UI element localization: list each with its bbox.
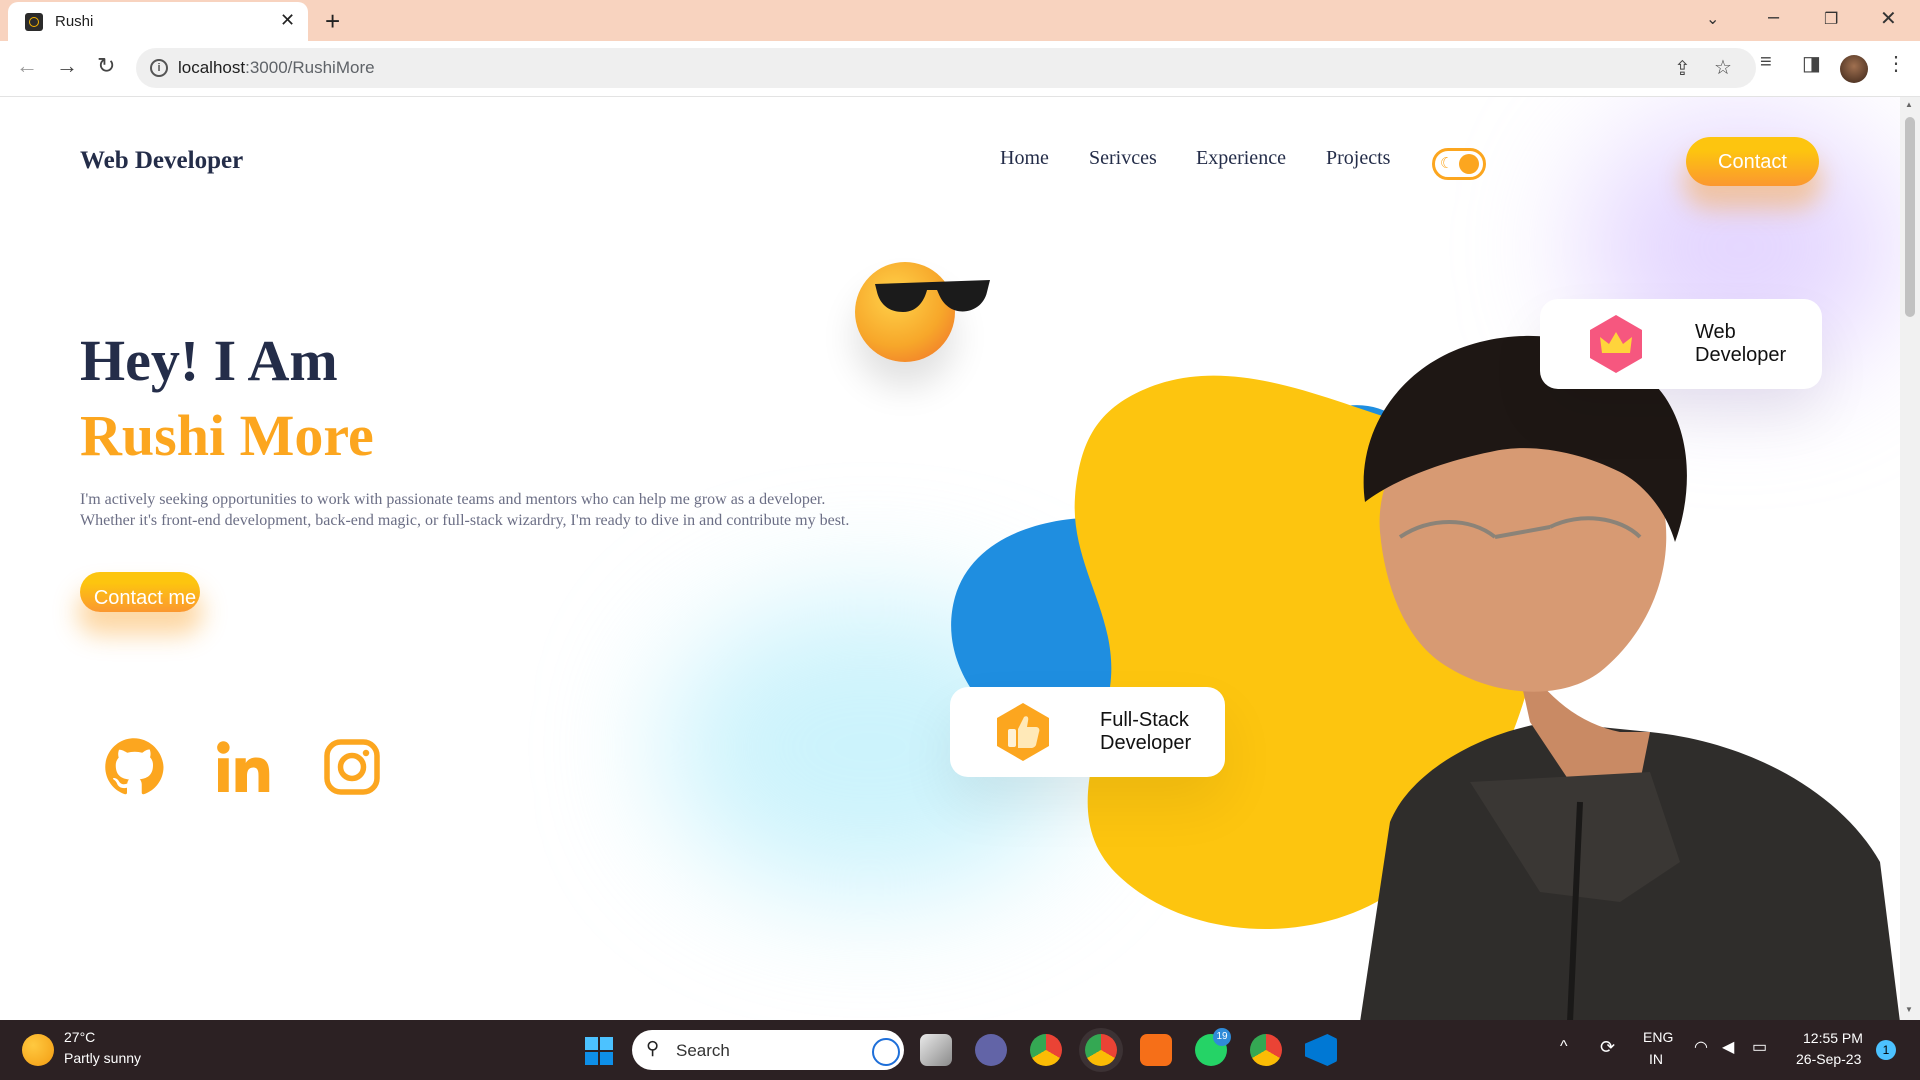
- hero-contact-label: Contact me: [93, 587, 197, 609]
- minimize-icon[interactable]: –: [1768, 6, 1779, 29]
- moon-icon: ☾: [1440, 155, 1454, 172]
- hero-description-line: I'm actively seeking opportunities to wo…: [80, 491, 826, 508]
- toggle-knob: [1459, 154, 1479, 174]
- theme-toggle[interactable]: ☾: [1432, 148, 1486, 180]
- taskbar: 27°C Partly sunny ⚲ Search 19 ^ ⟳ ENG IN…: [0, 1020, 1920, 1080]
- address-bar[interactable]: i localhost:3000/RushiMore ⇪ ☆: [136, 48, 1756, 88]
- language-code[interactable]: ENG: [1643, 1029, 1673, 1045]
- site-info-icon[interactable]: i: [150, 59, 168, 77]
- taskbar-search-box[interactable]: ⚲ Search: [632, 1030, 904, 1070]
- page-scrollbar[interactable]: ▲ ▼: [1900, 97, 1920, 1020]
- chrome-icon[interactable]: [1030, 1034, 1062, 1066]
- whatsapp-icon[interactable]: 19: [1195, 1028, 1231, 1066]
- profile-avatar[interactable]: [1840, 55, 1868, 83]
- card-label-line: Developer: [1100, 732, 1192, 754]
- nav-contact-button[interactable]: Contact: [1686, 137, 1819, 186]
- q-app-icon[interactable]: [1140, 1034, 1172, 1066]
- volume-icon[interactable]: ◀: [1722, 1037, 1734, 1057]
- browser-toolbar: ← → ↻ i localhost:3000/RushiMore ⇪ ☆ ≡ ◨…: [0, 41, 1920, 97]
- scroll-down-icon[interactable]: ▼: [1905, 1005, 1913, 1014]
- notification-badge[interactable]: 1: [1876, 1040, 1896, 1060]
- nav-link-projects[interactable]: Projects: [1326, 147, 1390, 170]
- sunglasses-icon: [875, 280, 990, 312]
- wifi-icon[interactable]: ◠: [1694, 1037, 1708, 1057]
- card-label-line: Developer: [1695, 344, 1787, 366]
- url-text[interactable]: localhost:3000/RushiMore: [178, 58, 375, 78]
- new-tab-icon[interactable]: +: [325, 6, 340, 37]
- nav-link-home[interactable]: Home: [1000, 147, 1049, 170]
- site-favicon-icon: [25, 13, 43, 31]
- browser-tab-strip: Rushi ✕ + ⌄ – ❐ ✕: [0, 0, 1920, 41]
- clock-time[interactable]: 12:55 PM: [1803, 1030, 1863, 1046]
- card-label-line: Full-Stack: [1100, 709, 1189, 731]
- restore-icon[interactable]: ❐: [1824, 9, 1838, 29]
- instagram-icon[interactable]: [322, 737, 382, 797]
- weather-temperature[interactable]: 27°C: [64, 1029, 95, 1045]
- scroll-up-icon[interactable]: ▲: [1905, 100, 1913, 109]
- share-icon[interactable]: ⇪: [1674, 56, 1691, 81]
- language-region[interactable]: IN: [1649, 1051, 1663, 1067]
- tab-search-chevron-icon[interactable]: ⌄: [1706, 9, 1719, 29]
- linkedin-icon[interactable]: [213, 737, 273, 797]
- profile-photo: [1360, 335, 1900, 1020]
- tab-title: Rushi: [55, 13, 94, 30]
- tray-chevron-up-icon[interactable]: ^: [1560, 1038, 1568, 1056]
- clock-date[interactable]: 26-Sep-23: [1796, 1051, 1861, 1067]
- browser-tab[interactable]: Rushi ✕: [8, 2, 308, 41]
- bing-icon[interactable]: [872, 1038, 900, 1066]
- scrollbar-thumb[interactable]: [1905, 117, 1915, 317]
- hero-greeting: Hey! I Am: [80, 328, 338, 393]
- github-icon[interactable]: [104, 737, 164, 797]
- reload-icon[interactable]: ↻: [97, 53, 115, 79]
- weather-partly-sunny-icon[interactable]: [22, 1034, 54, 1066]
- search-icon: ⚲: [646, 1038, 660, 1058]
- web-developer-card: Web Developer: [1540, 299, 1822, 389]
- battery-icon[interactable]: ▭: [1752, 1037, 1767, 1057]
- sync-icon[interactable]: ⟳: [1600, 1037, 1615, 1058]
- crown-icon: [1590, 315, 1642, 373]
- windows-start-icon[interactable]: [584, 1036, 614, 1066]
- taskbar-search-label: Search: [676, 1041, 730, 1060]
- side-panel-icon[interactable]: ◨: [1802, 51, 1821, 76]
- site-logo[interactable]: Web Developer: [80, 147, 243, 175]
- portfolio-page: Web Developer Home Serivces Experience P…: [0, 97, 1900, 1020]
- chrome-active-icon[interactable]: [1085, 1034, 1117, 1066]
- more-menu-icon[interactable]: ⋮: [1886, 51, 1906, 76]
- hero-contact-button[interactable]: Contact me: [80, 572, 200, 612]
- full-stack-developer-card: Full-Stack Developer: [950, 687, 1225, 777]
- whatsapp-badge: 19: [1213, 1028, 1231, 1046]
- thumbs-up-icon: [997, 703, 1049, 761]
- bookmark-star-icon[interactable]: ☆: [1714, 55, 1732, 80]
- close-window-icon[interactable]: ✕: [1880, 6, 1897, 31]
- back-arrow-icon[interactable]: ←: [16, 53, 38, 79]
- nav-link-experience[interactable]: Experience: [1196, 147, 1286, 170]
- hero-description-line: Whether it's front-end development, back…: [80, 512, 850, 529]
- chrome-profile-icon[interactable]: [1250, 1034, 1282, 1066]
- vscode-icon[interactable]: [1305, 1034, 1337, 1066]
- teams-chat-icon[interactable]: [975, 1034, 1007, 1066]
- reading-list-icon[interactable]: ≡: [1760, 51, 1772, 74]
- hero-description: I'm actively seeking opportunities to wo…: [80, 489, 940, 531]
- nav-link-services[interactable]: Serivces: [1089, 147, 1157, 170]
- close-tab-icon[interactable]: ✕: [280, 10, 295, 31]
- sunglasses-emoji-icon: [855, 262, 990, 362]
- hero-name: Rushi More: [80, 403, 374, 468]
- weather-description[interactable]: Partly sunny: [64, 1050, 141, 1066]
- task-view-icon[interactable]: [920, 1034, 952, 1066]
- forward-arrow-icon[interactable]: →: [56, 53, 78, 79]
- card-label-line: Web: [1695, 321, 1736, 343]
